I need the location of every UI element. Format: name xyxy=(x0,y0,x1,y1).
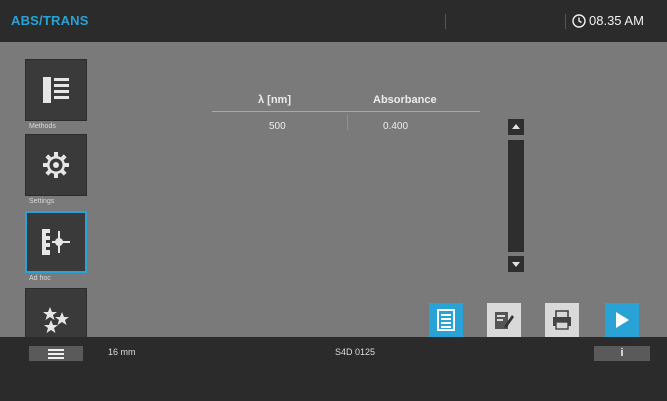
instrument-screen: ABS/TRANS 08.35 AM Methods Settings Ad h… xyxy=(0,0,667,401)
cuvette-size: 16 mm xyxy=(108,347,136,357)
cell-wavelength: 500 xyxy=(269,121,286,132)
scrollbar-track[interactable] xyxy=(508,140,524,252)
print-icon xyxy=(553,310,571,330)
menu-button[interactable] xyxy=(29,346,83,361)
menu-icon xyxy=(48,357,64,359)
clock: 08.35 AM xyxy=(572,13,644,28)
menu-icon xyxy=(48,349,64,351)
edit-icon xyxy=(495,312,514,329)
column-header-absorbance: Absorbance xyxy=(373,94,437,106)
top-divider xyxy=(445,14,446,29)
favorites-icon xyxy=(43,307,69,333)
table-header-divider xyxy=(212,111,480,112)
print-button[interactable] xyxy=(545,303,579,337)
column-header-wavelength: λ [nm] xyxy=(258,94,291,106)
top-divider xyxy=(565,14,566,29)
scroll-down-button[interactable] xyxy=(508,256,524,272)
info-button[interactable]: i xyxy=(594,346,650,361)
edit-button[interactable] xyxy=(487,303,521,337)
serial-number: S4D 0125 xyxy=(335,347,376,357)
sidebar-item-ad-hoc[interactable] xyxy=(25,211,87,273)
menu-icon xyxy=(48,353,64,355)
sidebar-label-settings: Settings xyxy=(29,198,55,205)
status-bar xyxy=(0,337,667,401)
sidebar-label-ad-hoc: Ad hoc xyxy=(29,275,51,282)
sidebar-item-methods[interactable] xyxy=(25,59,87,121)
save-button[interactable] xyxy=(429,303,463,337)
sidebar-label-methods: Methods xyxy=(29,123,56,130)
methods-list-icon xyxy=(43,77,69,103)
start-measurement-button[interactable] xyxy=(605,303,639,337)
scroll-up-button[interactable] xyxy=(508,119,524,135)
cell-absorbance: 0.400 xyxy=(383,121,409,132)
app-title: ABS/TRANS xyxy=(11,13,89,28)
gear-icon xyxy=(43,152,69,178)
ad-hoc-scan-icon xyxy=(42,229,70,255)
clock-time: 08.35 AM xyxy=(589,13,644,28)
sidebar-item-settings[interactable] xyxy=(25,134,87,196)
table-column-divider xyxy=(347,114,348,130)
top-bar: ABS/TRANS 08.35 AM xyxy=(0,0,667,42)
save-list-icon xyxy=(437,309,455,331)
play-icon xyxy=(616,312,629,328)
clock-icon xyxy=(572,13,586,28)
